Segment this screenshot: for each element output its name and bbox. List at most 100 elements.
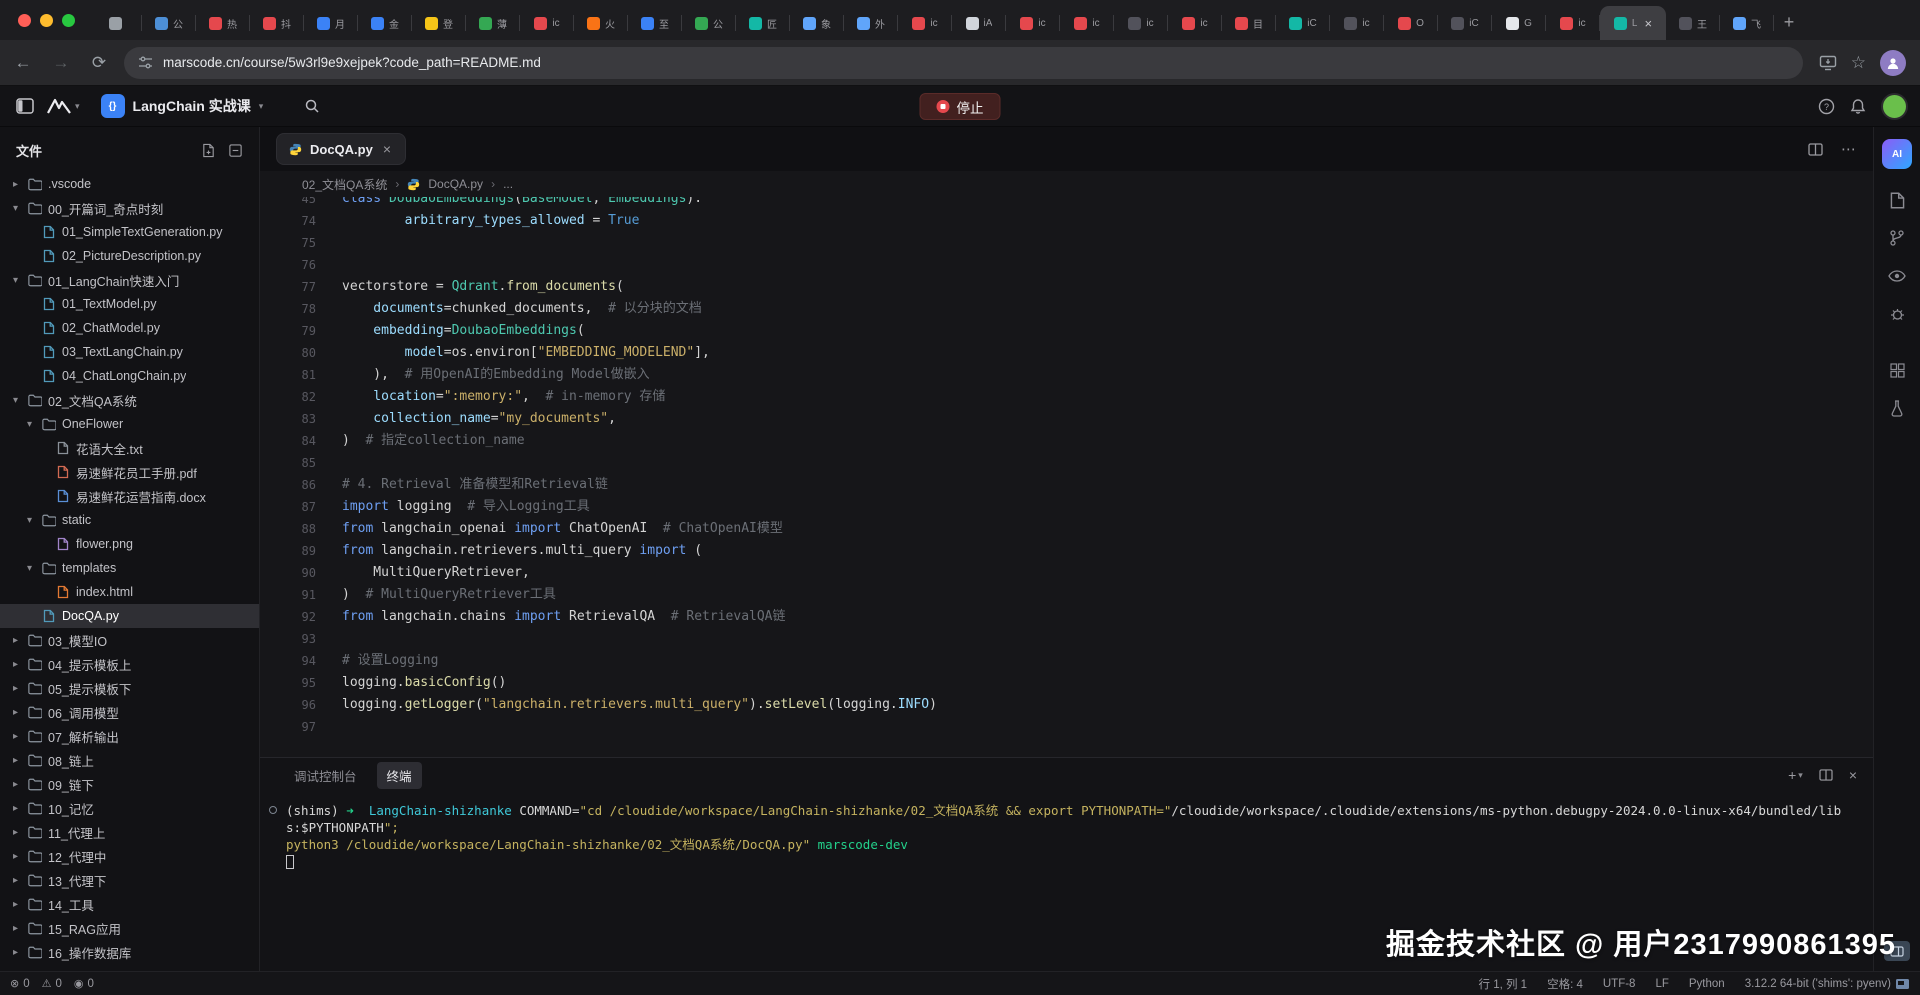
browser-tab[interactable]: ic — [1330, 6, 1384, 40]
terminal[interactable]: (shims) ➜ LangChain-shizhanke COMMAND="c… — [260, 792, 1873, 870]
code-line[interactable]: 45class DoubaoEmbeddings(BaseModel, Embe… — [260, 197, 1873, 210]
code-line[interactable]: 92from langchain.chains import Retrieval… — [260, 606, 1873, 628]
tree-folder[interactable]: ▸14_工具 — [0, 892, 259, 916]
notebook-icon[interactable] — [1882, 181, 1912, 219]
status-problem-count[interactable]: ⊗0 — [10, 977, 30, 990]
code-line[interactable]: 90 MultiQueryRetriever, — [260, 562, 1873, 584]
browser-tab[interactable]: ic — [520, 6, 574, 40]
status-item[interactable]: Python — [1689, 978, 1725, 990]
browser-tab[interactable]: G — [1492, 6, 1546, 40]
tree-folder[interactable]: ▾static — [0, 508, 259, 532]
code-line[interactable]: 86# 4. Retrieval 准备模型和Retrieval链 — [260, 474, 1873, 496]
status-problem-count[interactable]: ◉0 — [74, 977, 94, 990]
code-line[interactable]: 93 — [260, 628, 1873, 650]
marscode-logo[interactable]: ▾ — [47, 98, 80, 114]
status-item[interactable]: 行 1, 列 1 — [1479, 976, 1528, 992]
tree-folder[interactable]: ▸11_代理上 — [0, 820, 259, 844]
browser-tab[interactable]: 飞 — [1720, 6, 1774, 40]
tree-file[interactable]: 04_ChatLongChain.py — [0, 364, 259, 388]
browser-tab[interactable]: 登 — [412, 6, 466, 40]
tree-folder[interactable]: ▾01_LangChain快速入门 — [0, 268, 259, 292]
maximize-window-button[interactable] — [62, 14, 75, 27]
browser-profile-avatar[interactable] — [1880, 50, 1906, 76]
browser-tab[interactable]: 公 — [142, 6, 196, 40]
browser-tab[interactable]: ic — [1060, 6, 1114, 40]
breadcrumb-item[interactable]: DocQA.py — [428, 177, 483, 191]
code-editor[interactable]: 45class DoubaoEmbeddings(BaseModel, Embe… — [260, 197, 1873, 757]
bell-icon[interactable] — [1850, 98, 1866, 115]
browser-tab[interactable]: 抖 — [250, 6, 304, 40]
help-icon[interactable]: ? — [1818, 98, 1835, 115]
address-bar[interactable]: marscode.cn/course/5w3rl9e9xejpek?code_p… — [124, 47, 1803, 79]
new-file-icon[interactable] — [201, 143, 216, 158]
browser-tab[interactable]: 至 — [628, 6, 682, 40]
browser-tab[interactable]: 王 — [1666, 6, 1720, 40]
tree-file[interactable]: 03_TextLangChain.py — [0, 340, 259, 364]
browser-tab[interactable]: iC — [1438, 6, 1492, 40]
tab-close-icon[interactable]: × — [1644, 16, 1652, 31]
code-line[interactable]: 82 location=":memory:", # in-memory 存储 — [260, 386, 1873, 408]
browser-tab[interactable]: 月 — [304, 6, 358, 40]
bookmark-star-icon[interactable]: ☆ — [1851, 53, 1866, 73]
site-settings-icon[interactable] — [138, 55, 153, 70]
browser-tab[interactable]: L× — [1600, 6, 1666, 40]
browser-tab[interactable]: ic — [1168, 6, 1222, 40]
tree-file[interactable]: 易速鲜花运营指南.docx — [0, 484, 259, 508]
collapse-folders-icon[interactable] — [228, 143, 243, 158]
code-line[interactable]: 83 collection_name="my_documents", — [260, 408, 1873, 430]
code-line[interactable]: 94# 设置Logging — [260, 650, 1873, 672]
stop-button[interactable]: 停止 — [920, 93, 1001, 120]
browser-tab[interactable]: O — [1384, 6, 1438, 40]
tree-file[interactable]: index.html — [0, 580, 259, 604]
layout-panel-icon[interactable] — [16, 98, 34, 114]
browser-tab[interactable]: 目 — [1222, 6, 1276, 40]
install-app-icon[interactable] — [1819, 55, 1837, 71]
tree-folder[interactable]: ▸12_代理中 — [0, 844, 259, 868]
status-remote-icon[interactable] — [1895, 978, 1910, 990]
tree-folder[interactable]: ▸04_提示模板上 — [0, 652, 259, 676]
new-terminal-button[interactable]: +▾ — [1788, 767, 1803, 783]
split-terminal-icon[interactable] — [1819, 769, 1833, 781]
tree-folder[interactable]: ▸03_模型IO — [0, 628, 259, 652]
project-switcher[interactable]: {​} LangChain 实战课 ▾ — [101, 94, 264, 118]
search-icon[interactable] — [304, 98, 320, 114]
browser-tab[interactable]: 公 — [682, 6, 736, 40]
code-line[interactable]: 74 arbitrary_types_allowed = True — [260, 210, 1873, 232]
tree-folder[interactable]: ▸.vscode — [0, 172, 259, 196]
tree-folder[interactable]: ▸13_代理下 — [0, 868, 259, 892]
tree-file[interactable]: flower.png — [0, 532, 259, 556]
browser-tab[interactable]: 外 — [844, 6, 898, 40]
code-line[interactable]: 75 — [260, 232, 1873, 254]
status-item[interactable]: 3.12.2 64-bit ('shims': pyenv) — [1745, 978, 1891, 990]
code-line[interactable]: 87import logging # 导入Logging工具 — [260, 496, 1873, 518]
tree-folder[interactable]: ▸09_链下 — [0, 772, 259, 796]
tree-folder[interactable]: ▸07_解析输出 — [0, 724, 259, 748]
browser-tab[interactable]: ic — [1546, 6, 1600, 40]
tree-file[interactable]: 01_SimpleTextGeneration.py — [0, 220, 259, 244]
browser-tab[interactable]: 火 — [574, 6, 628, 40]
tab-debug-console[interactable]: 调试控制台 — [284, 762, 367, 789]
status-item[interactable]: 空格: 4 — [1547, 976, 1583, 992]
browser-tab[interactable]: iA — [952, 6, 1006, 40]
code-line[interactable]: 78 documents=chunked_documents, # 以分块的文档 — [260, 298, 1873, 320]
back-icon[interactable]: ← — [8, 48, 38, 78]
browser-tab[interactable]: 热 — [196, 6, 250, 40]
browser-tab[interactable]: 象 — [790, 6, 844, 40]
tree-file[interactable]: 花语大全.txt — [0, 436, 259, 460]
code-line[interactable]: 96logging.getLogger("langchain.retriever… — [260, 694, 1873, 716]
code-line[interactable]: 89from langchain.retrievers.multi_query … — [260, 540, 1873, 562]
tree-folder[interactable]: ▾OneFlower — [0, 412, 259, 436]
breadcrumb-item[interactable]: ... — [503, 177, 513, 191]
code-line[interactable]: 76 — [260, 254, 1873, 276]
split-editor-icon[interactable] — [1808, 143, 1823, 156]
tree-folder[interactable]: ▸15_RAG应用 — [0, 916, 259, 940]
source-control-icon[interactable] — [1882, 219, 1912, 257]
ai-assistant-icon[interactable]: AI — [1882, 139, 1912, 169]
breadcrumb-item[interactable]: 02_文档QA系统 — [302, 176, 387, 193]
code-line[interactable]: 81 ), # 用OpenAI的Embedding Model做嵌入 — [260, 364, 1873, 386]
more-actions-icon[interactable]: ⋯ — [1841, 140, 1857, 158]
debug-icon[interactable] — [1882, 295, 1912, 333]
code-line[interactable]: 97 — [260, 716, 1873, 738]
browser-tab[interactable]: ic — [1006, 6, 1060, 40]
test-flask-icon[interactable] — [1882, 389, 1912, 427]
